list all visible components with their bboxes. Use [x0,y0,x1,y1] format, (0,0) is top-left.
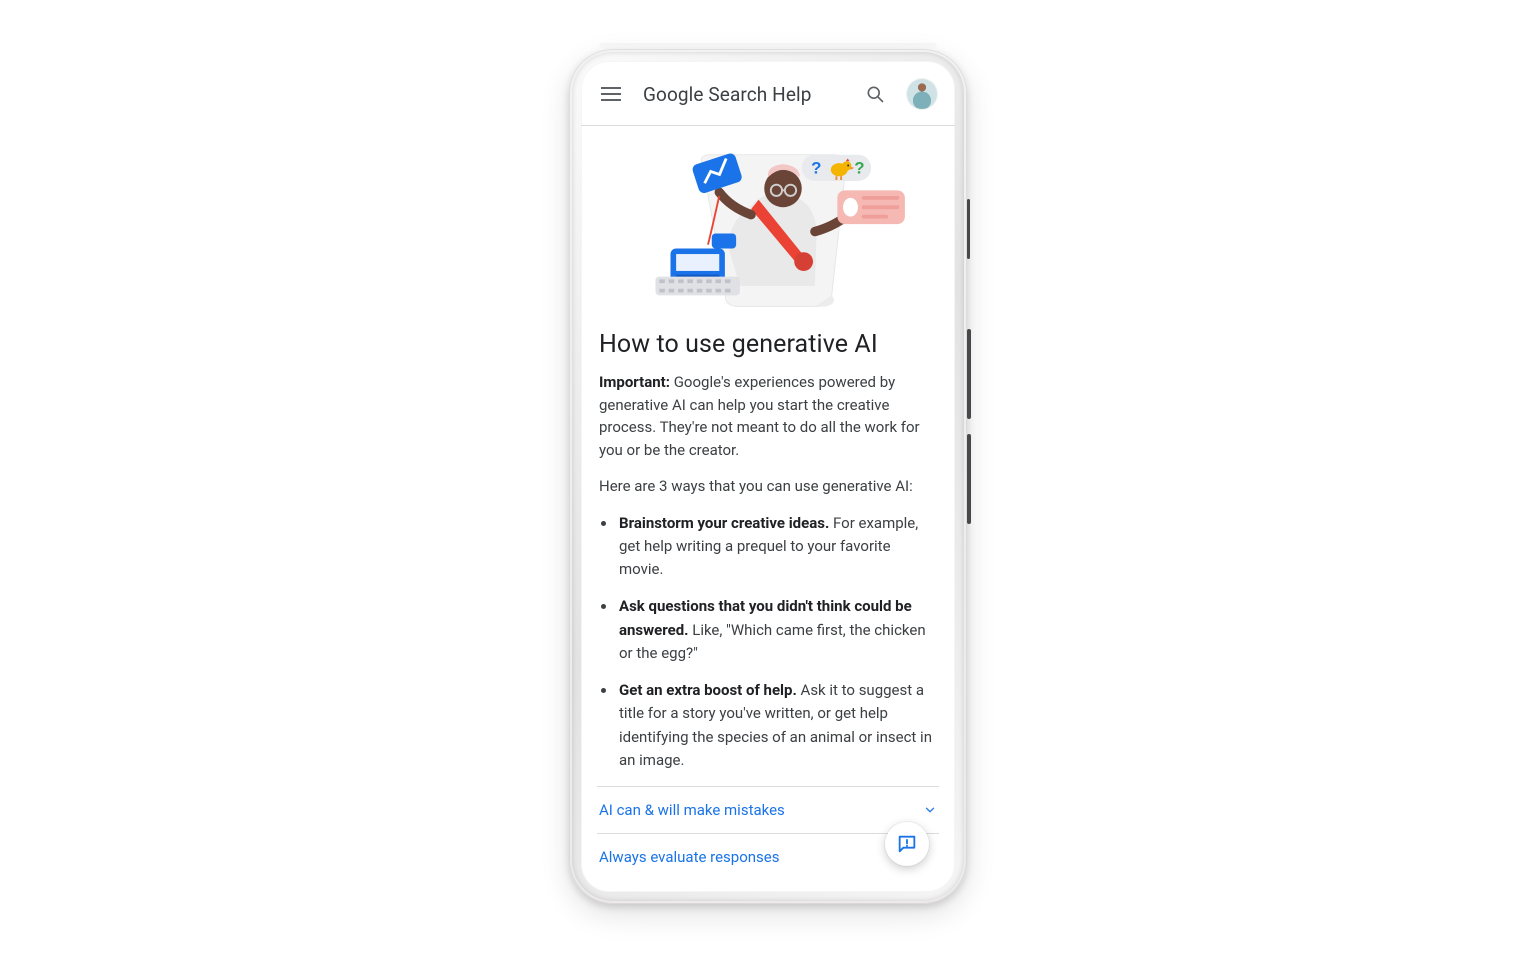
screen: Google Search Help [581,61,955,892]
avatar[interactable] [907,79,937,109]
feedback-icon [896,833,918,855]
list-item: Ask questions that you didn't think coul… [617,595,937,665]
expander-ai-mistakes[interactable]: AI can & will make mistakes [597,787,939,834]
menu-button[interactable] [599,82,623,106]
phone-volume-down-button [967,434,971,524]
phone-frame: Google Search Help [569,49,967,904]
important-label: Important: [599,373,670,391]
feedback-fab[interactable] [885,822,929,866]
important-paragraph: Important: Google's experiences powered … [599,371,937,461]
lead-paragraph: Here are 3 ways that you can use generat… [599,475,937,498]
list-item: Brainstorm your creative ideas. For exam… [617,512,937,582]
list-item: Get an extra boost of help. Ask it to su… [617,679,937,772]
svg-text:?: ? [811,158,821,177]
ideas-list: Brainstorm your creative ideas. For exam… [599,512,937,773]
chevron-down-icon [923,803,937,817]
search-button[interactable] [863,82,887,106]
expander-label: Always evaluate responses [599,848,779,866]
app-header: Google Search Help [581,61,955,126]
hero-illustration: ? ? [599,130,937,320]
article-content: ? ? [581,126,955,892]
hamburger-icon [601,87,621,101]
phone-side-button [967,199,970,259]
list-item-strong: Brainstorm your creative ideas. [619,514,829,532]
page-title: How to use generative AI [599,330,937,359]
header-title: Google Search Help [643,83,843,106]
expander-label: AI can & will make mistakes [599,801,785,819]
svg-text:?: ? [854,158,864,177]
phone-volume-up-button [967,329,971,419]
search-icon [865,84,885,104]
list-item-strong: Get an extra boost of help. [619,681,797,699]
